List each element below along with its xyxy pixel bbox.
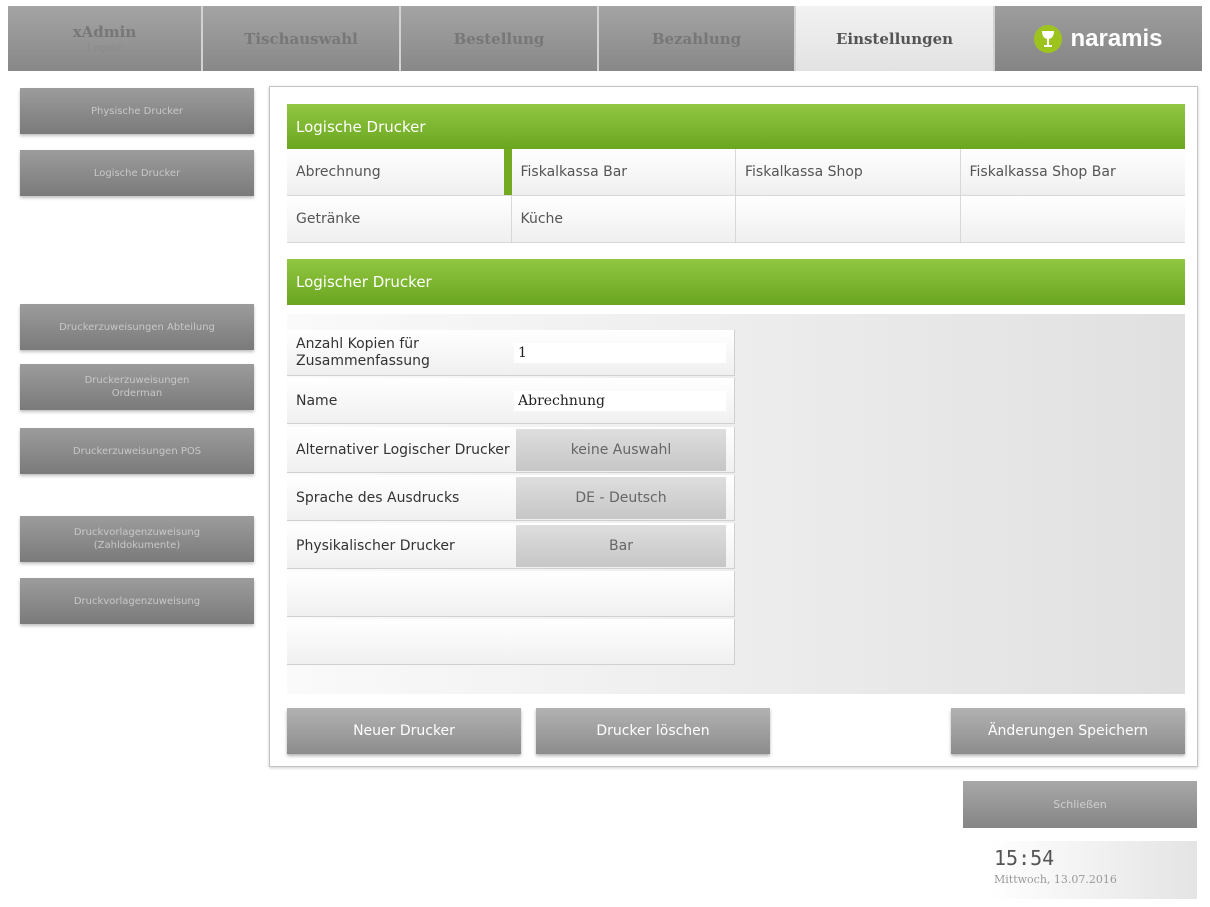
new-printer-button[interactable]: Neuer Drucker bbox=[287, 708, 521, 754]
brand-logo: naramis bbox=[995, 6, 1202, 71]
top-navigation: xAdmin Logout Tischauswahl Bestellung Be… bbox=[8, 6, 1202, 71]
form-row-physical: Physikalischer Drucker Bar bbox=[287, 523, 735, 569]
section-title: Logische Drucker bbox=[296, 118, 426, 136]
tab-label: Bezahlung bbox=[651, 29, 742, 48]
wine-glass-icon bbox=[1034, 24, 1063, 53]
brand-name: naramis bbox=[1070, 24, 1163, 52]
printer-cell-selected[interactable]: Abrechnung bbox=[287, 149, 512, 195]
printer-row: Getränke Küche bbox=[287, 196, 1185, 243]
sidebar-item-label: Druckvorlagenzuweisung (Zahldokumente) bbox=[73, 527, 201, 551]
language-label: Sprache des Ausdrucks bbox=[296, 489, 460, 506]
close-button[interactable]: Schließen bbox=[963, 781, 1197, 828]
tab-bestellung[interactable]: Bestellung bbox=[401, 6, 599, 71]
printer-cell[interactable]: Fiskalkassa Shop Bar bbox=[960, 149, 1185, 195]
printer-list-header: Logische Drucker bbox=[287, 104, 1185, 150]
save-changes-button[interactable]: Änderungen Speichern bbox=[951, 708, 1185, 754]
printer-detail-form: Anzahl Kopien für Zusammenfassung Name A… bbox=[287, 314, 1185, 694]
tab-bezahlung[interactable]: Bezahlung bbox=[599, 6, 796, 71]
form-row-copies: Anzahl Kopien für Zusammenfassung bbox=[287, 330, 735, 376]
printer-cell-label: Fiskalkassa Shop Bar bbox=[969, 164, 1116, 180]
tab-sublabel: Logout bbox=[86, 43, 123, 54]
section-title: Logischer Drucker bbox=[296, 273, 432, 291]
physical-printer-select[interactable]: Bar bbox=[516, 525, 726, 567]
tab-tischauswahl[interactable]: Tischauswahl bbox=[203, 6, 401, 71]
form-row-name: Name bbox=[287, 378, 735, 424]
name-label: Name bbox=[296, 392, 338, 409]
form-row-empty bbox=[287, 619, 735, 665]
main-panel: Logische Drucker Abrechnung Fiskalkassa … bbox=[269, 86, 1198, 767]
sidebar-item-logische-drucker[interactable]: Logische Drucker bbox=[20, 150, 254, 196]
alternative-printer-select[interactable]: keine Auswahl bbox=[516, 429, 726, 471]
printer-cell-label: Getränke bbox=[296, 211, 361, 227]
printer-cell-label: Fiskalkassa Bar bbox=[520, 164, 628, 180]
tab-label: Tischauswahl bbox=[244, 29, 358, 48]
form-row-alternative: Alternativer Logischer Drucker keine Aus… bbox=[287, 427, 735, 473]
printer-cell[interactable]: Fiskalkassa Shop bbox=[736, 149, 961, 195]
sidebar-item-label: Druckerzuweisungen POS bbox=[72, 445, 202, 457]
language-select[interactable]: DE - Deutsch bbox=[516, 477, 726, 519]
sidebar-item-label: Physische Drucker bbox=[91, 105, 183, 117]
copies-label: Anzahl Kopien für Zusammenfassung bbox=[296, 336, 430, 369]
sidebar-item-zuweisung-abteilung[interactable]: Druckerzuweisungen Abteilung bbox=[20, 304, 254, 350]
printer-row: Abrechnung Fiskalkassa Bar Fiskalkassa S… bbox=[287, 149, 1185, 196]
printer-cell[interactable]: Küche bbox=[511, 196, 736, 242]
name-input[interactable] bbox=[514, 391, 726, 411]
tab-admin[interactable]: xAdmin Logout bbox=[8, 6, 203, 71]
printer-cell-label: Fiskalkassa Shop bbox=[745, 164, 863, 180]
sidebar-item-label: Druckerzuweisungen Abteilung bbox=[59, 321, 215, 333]
printer-grid: Abrechnung Fiskalkassa Bar Fiskalkassa S… bbox=[287, 149, 1185, 243]
physical-printer-label: Physikalischer Drucker bbox=[296, 537, 455, 554]
form-row-empty bbox=[287, 571, 735, 617]
printer-cell-empty bbox=[960, 196, 1185, 242]
printer-cell-label: Küche bbox=[520, 211, 564, 227]
sidebar-item-physische-drucker[interactable]: Physische Drucker bbox=[20, 88, 254, 134]
printer-detail-header: Logischer Drucker bbox=[287, 259, 1185, 305]
alternative-printer-label: Alternativer Logischer Drucker bbox=[296, 441, 510, 458]
clock-display: 15:54 Mittwoch, 13.07.2016 bbox=[988, 841, 1197, 899]
sidebar-item-vorlagen[interactable]: Druckvorlagenzuweisung bbox=[20, 578, 254, 624]
sidebar-item-label: Logische Drucker bbox=[93, 167, 181, 179]
printer-cell[interactable]: Getränke bbox=[287, 196, 512, 242]
clock-date: Mittwoch, 13.07.2016 bbox=[994, 873, 1117, 886]
delete-printer-button[interactable]: Drucker löschen bbox=[536, 708, 770, 754]
printer-cell-empty bbox=[736, 196, 961, 242]
tab-label: xAdmin bbox=[72, 23, 137, 41]
sidebar-item-zuweisung-orderman[interactable]: Druckerzuweisungen Orderman bbox=[20, 364, 254, 410]
sidebar-item-label: Druckvorlagenzuweisung bbox=[73, 595, 201, 607]
printer-cell[interactable]: Fiskalkassa Bar bbox=[511, 149, 736, 195]
sidebar-item-zuweisung-pos[interactable]: Druckerzuweisungen POS bbox=[20, 428, 254, 474]
form-row-language: Sprache des Ausdrucks DE - Deutsch bbox=[287, 475, 735, 521]
copies-input[interactable] bbox=[514, 343, 726, 363]
sidebar-item-vorlagen-zahldokumente[interactable]: Druckvorlagenzuweisung (Zahldokumente) bbox=[20, 516, 254, 562]
tab-label: Bestellung bbox=[453, 29, 545, 48]
clock-time: 15:54 bbox=[994, 846, 1055, 870]
sidebar-item-label: Druckerzuweisungen Orderman bbox=[84, 375, 190, 399]
tab-einstellungen[interactable]: Einstellungen bbox=[796, 6, 995, 71]
tab-label: Einstellungen bbox=[835, 29, 954, 48]
printer-cell-label: Abrechnung bbox=[296, 164, 381, 180]
